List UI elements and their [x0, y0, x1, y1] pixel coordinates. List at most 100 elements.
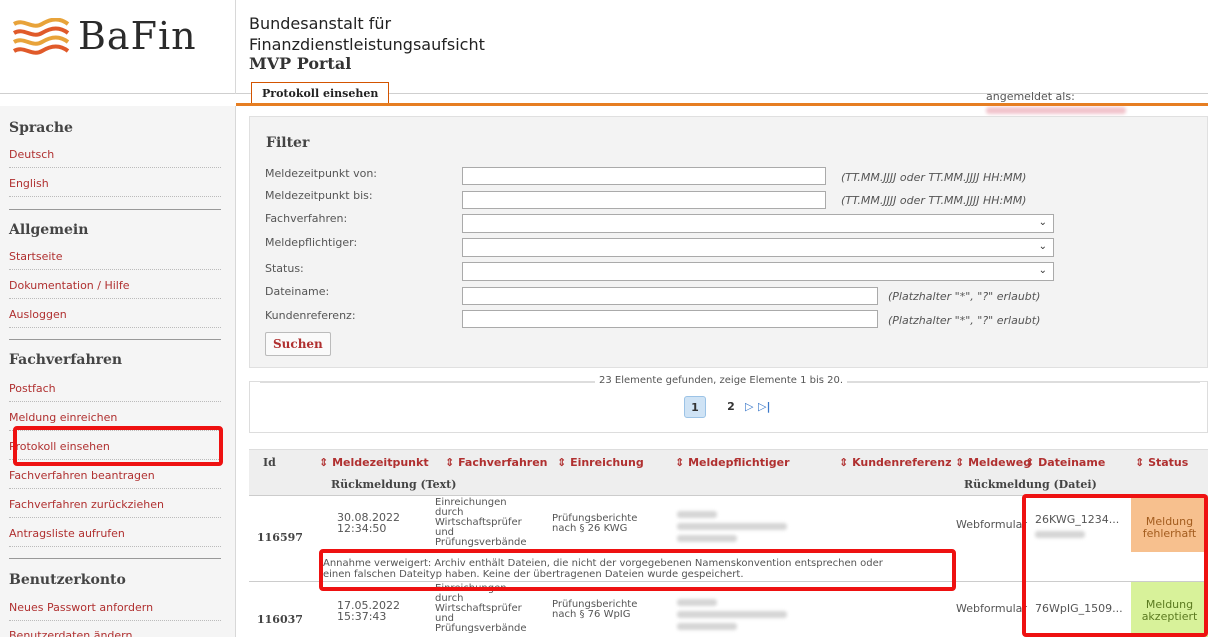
hint-meldezeitpunkt-von: (TT.MM.JJJJ oder TT.MM.JJJJ HH:MM): [841, 171, 1027, 184]
redacted-text: [677, 598, 717, 606]
hint-dateiname: (Platzhalter "*", "?" erlaubt): [888, 290, 1041, 303]
sidebar-divider: [9, 558, 221, 559]
portal-name: MVP Portal: [249, 54, 352, 73]
label-meldezeitpunkt-von: Meldezeitpunkt von:: [265, 167, 377, 180]
page-2-button[interactable]: 2: [720, 396, 742, 418]
fachverfahren-select[interactable]: ⌄: [462, 214, 1054, 233]
header-dateiname[interactable]: ⇕ Dateiname: [1025, 456, 1105, 469]
page-1-button[interactable]: 1: [684, 396, 706, 418]
sort-icon: ⇕: [955, 456, 965, 469]
bafin-waves-icon: [12, 18, 70, 55]
sidebar-item-benutzerdaten[interactable]: Benutzerdaten ändern: [9, 629, 221, 637]
row-fachverfahren: Einreichungen durch Wirtschaftsprüfer un…: [435, 584, 527, 634]
sidebar-item-ausloggen[interactable]: Ausloggen: [9, 308, 221, 328]
tab-protokoll-einsehen[interactable]: Protokoll einsehen: [251, 82, 390, 104]
next-page-icon[interactable]: ▷: [745, 400, 753, 413]
row-meldeweg: Webformular: [956, 602, 1027, 615]
label-kundenreferenz: Kundenreferenz:: [265, 309, 356, 322]
label-meldezeitpunkt-bis: Meldezeitpunkt bis:: [265, 189, 373, 202]
bafin-logo[interactable]: BaFin: [0, 0, 236, 94]
redacted-username: [986, 106, 1126, 114]
header-meldeweg-label: Meldeweg: [968, 456, 1032, 469]
sidebar-item-neues-passwort[interactable]: Neues Passwort anfordern: [9, 601, 221, 621]
sidebar-item-deutsch[interactable]: Deutsch: [9, 148, 221, 168]
header-status[interactable]: ⇕ Status: [1135, 456, 1188, 469]
header-dateiname-label: Dateiname: [1038, 456, 1106, 469]
label-dateiname: Dateiname:: [265, 285, 330, 298]
row-time: 12:34:50: [337, 522, 387, 535]
sidebar-item-fachverfahren-zurueckziehen[interactable]: Fachverfahren zurückziehen: [9, 498, 221, 518]
hint-kundenreferenz: (Platzhalter "*", "?" erlaubt): [888, 314, 1041, 327]
row-id: 116037: [257, 613, 303, 626]
row-einreichung: Prüfungsberichte nach § 76 WpIG: [552, 600, 637, 620]
header-rueckmeldung-datei: Rückmeldung (Datei): [964, 478, 1097, 491]
sidebar-heading-fachverfahren: Fachverfahren: [9, 352, 123, 368]
header-id[interactable]: Id: [263, 456, 276, 469]
header-fachverfahren[interactable]: ⇕ Fachverfahren: [445, 456, 548, 469]
header-meldezeitpunkt[interactable]: ⇕ Meldezeitpunkt: [319, 456, 429, 469]
redacted-text: [677, 610, 787, 618]
header-kundenreferenz-label: Kundenreferenz: [852, 456, 952, 469]
filter-title: Filter: [266, 135, 310, 151]
header-kundenreferenz[interactable]: ⇕ Kundenreferenz: [839, 456, 951, 469]
sidebar-item-dokumentation[interactable]: Dokumentation / Hilfe: [9, 279, 221, 299]
redacted-text: [677, 522, 787, 530]
sort-icon: ⇕: [1135, 456, 1145, 469]
sidebar-item-fachverfahren-beantragen[interactable]: Fachverfahren beantragen: [9, 469, 221, 489]
kundenreferenz-input[interactable]: [462, 310, 878, 328]
hint-meldezeitpunkt-bis: (TT.MM.JJJJ oder TT.MM.JJJJ HH:MM): [841, 194, 1027, 207]
sidebar-item-antragsliste[interactable]: Antragsliste aufrufen: [9, 527, 221, 547]
institution-line-1: Bundesanstalt für: [249, 14, 392, 33]
institution-line-2: Finanzdienstleistungsaufsicht: [249, 35, 485, 54]
row-meldepflichtiger-redacted: [677, 596, 787, 632]
sort-icon: ⇕: [445, 456, 455, 469]
chevron-down-icon: ⌄: [1038, 265, 1047, 276]
sidebar-item-postfach[interactable]: Postfach: [9, 382, 221, 402]
sort-icon: ⇕: [319, 456, 329, 469]
result-summary: 23 Elemente gefunden, zeige Elemente 1 b…: [595, 375, 848, 386]
label-meldepflichtiger: Meldepflichtiger:: [265, 236, 358, 249]
institution-name: Bundesanstalt für Finanzdienstleistungsa…: [249, 13, 485, 55]
row-id: 116597: [257, 531, 303, 544]
meldezeitpunkt-von-input[interactable]: [462, 167, 826, 185]
label-fachverfahren: Fachverfahren:: [265, 212, 348, 225]
meldepflichtiger-select[interactable]: ⌄: [462, 238, 1054, 257]
header-einreichung[interactable]: ⇕ Einreichung: [557, 456, 644, 469]
highlight-frame-sidebar: [13, 426, 223, 466]
chevron-down-icon: ⌄: [1038, 241, 1047, 252]
sidebar-divider: [9, 339, 221, 340]
dateiname-input[interactable]: [462, 287, 878, 305]
sidebar-item-english[interactable]: English: [9, 177, 221, 197]
redacted-text: [677, 622, 737, 630]
row-fachverfahren: Einreichungen durch Wirtschaftsprüfer un…: [435, 498, 527, 548]
row-meldeweg: Webformular: [956, 518, 1027, 531]
status-select[interactable]: ⌄: [462, 262, 1054, 281]
sidebar-heading-sprache: Sprache: [9, 120, 73, 136]
highlight-frame-message: [319, 549, 956, 591]
header-fachverfahren-label: Fachverfahren: [458, 456, 548, 469]
label-status: Status:: [265, 262, 304, 275]
einreichung-line: nach § 76 WpIG: [552, 609, 631, 620]
logo-text: BaFin: [78, 14, 197, 58]
search-button[interactable]: Suchen: [265, 332, 331, 356]
header-meldepflichtiger[interactable]: ⇕ Meldepflichtiger: [675, 456, 790, 469]
sidebar-divider: [9, 209, 221, 210]
last-page-icon[interactable]: ▷|: [758, 400, 770, 413]
header-status-label: Status: [1148, 456, 1189, 469]
row-einreichung: Prüfungsberichte nach § 26 KWG: [552, 514, 637, 534]
meldezeitpunkt-bis-input[interactable]: [462, 191, 826, 209]
sort-icon: ⇕: [557, 456, 567, 469]
header-meldeweg[interactable]: ⇕ Meldeweg: [955, 456, 1031, 469]
chevron-down-icon: ⌄: [1038, 217, 1047, 228]
sidebar-item-startseite[interactable]: Startseite: [9, 250, 221, 270]
table-header: Id ⇕ Meldezeitpunkt ⇕ Fachverfahren ⇕ Ei…: [249, 449, 1208, 496]
pagination: 23 Elemente gefunden, zeige Elemente 1 b…: [249, 375, 1208, 433]
tab-bar-line: [236, 103, 1208, 106]
fachverfahren-line: Prüfungsverbände: [435, 537, 527, 548]
fachverfahren-line: Prüfungsverbände: [435, 623, 527, 634]
row-meldepflichtiger-redacted: [677, 508, 787, 544]
page-header: BaFin Bundesanstalt für Finanzdienstleis…: [0, 0, 1208, 114]
header-einreichung-label: Einreichung: [570, 456, 644, 469]
sort-icon: ⇕: [1025, 456, 1035, 469]
header-meldezeitpunkt-label: Meldezeitpunkt: [332, 456, 429, 469]
